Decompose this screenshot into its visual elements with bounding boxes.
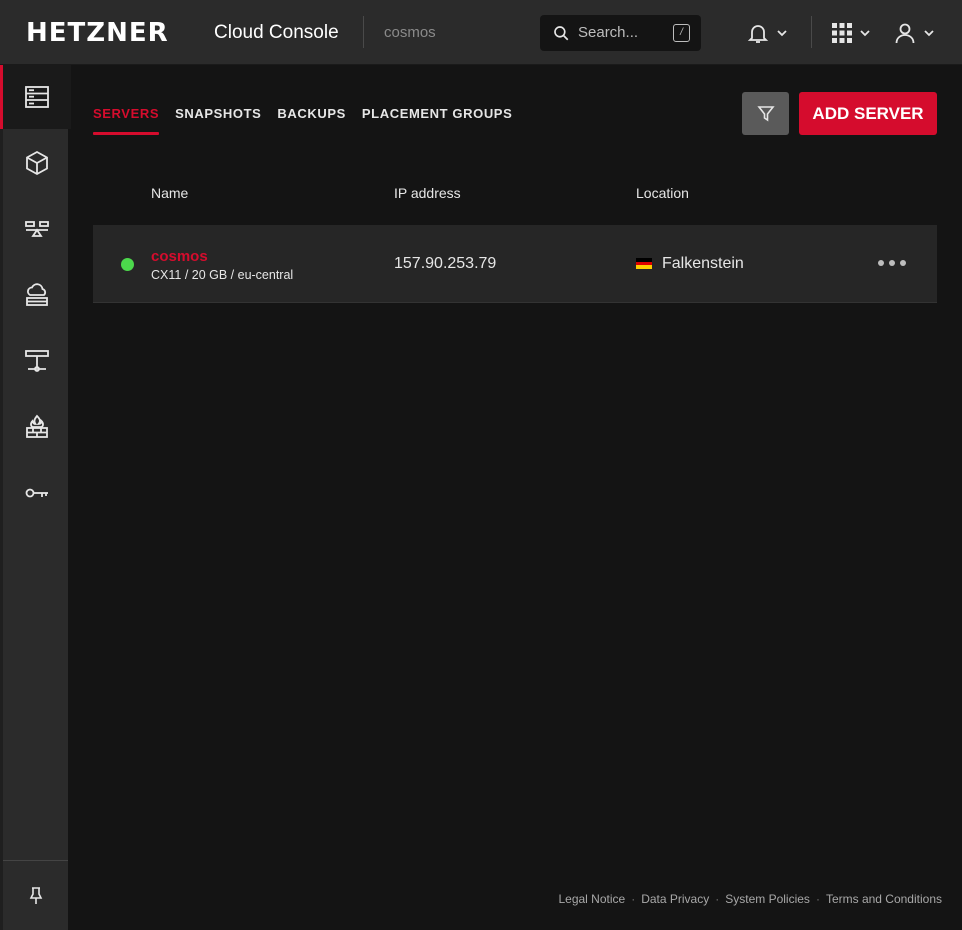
footer-link-terms[interactable]: Terms and Conditions — [826, 892, 942, 906]
column-header-ip[interactable]: IP address — [394, 185, 461, 201]
server-ip[interactable]: 157.90.253.79 — [394, 255, 496, 273]
app-title[interactable]: Cloud Console — [214, 22, 339, 44]
footer-link-legal-notice[interactable]: Legal Notice — [558, 892, 625, 906]
cloud-network-icon — [26, 283, 48, 306]
footer-separator: · — [631, 892, 636, 906]
server-name-link[interactable]: cosmos — [151, 248, 208, 265]
grid-apps-icon — [832, 23, 852, 43]
project-name[interactable]: cosmos — [384, 24, 436, 42]
user-icon — [895, 23, 915, 44]
germany-flag-icon — [636, 258, 652, 269]
sidebar-pin-button[interactable] — [3, 860, 68, 930]
column-header-location[interactable]: Location — [636, 185, 689, 201]
sidebar — [0, 65, 71, 930]
sidebar-item-volumes[interactable] — [3, 131, 71, 195]
tab-servers[interactable]: SERVERS — [93, 106, 160, 135]
search-placeholder: Search... — [578, 24, 639, 41]
apps-menu-button[interactable] — [831, 18, 871, 48]
sidebar-item-servers[interactable] — [0, 65, 71, 129]
search-shortcut-key: / — [673, 24, 690, 42]
footer-separator: · — [815, 892, 820, 906]
footer-link-data-privacy[interactable]: Data Privacy — [641, 892, 709, 906]
filter-icon — [756, 105, 775, 121]
tab-backups[interactable]: BACKUPS — [277, 106, 345, 135]
cube-icon — [26, 150, 48, 176]
column-header-name[interactable]: Name — [151, 185, 188, 201]
sidebar-item-firewalls[interactable] — [3, 395, 71, 459]
pin-icon — [29, 886, 42, 904]
bell-icon — [747, 25, 769, 43]
footer: Legal Notice · Data Privacy · System Pol… — [558, 892, 942, 906]
search-icon — [554, 26, 569, 41]
add-server-button[interactable]: ADD SERVER — [799, 92, 937, 135]
user-menu-button[interactable] — [893, 18, 935, 48]
hetzner-logo[interactable]: HETZNER — [26, 20, 169, 46]
firewall-icon — [26, 414, 48, 438]
tab-placement-groups[interactable]: PLACEMENT GROUPS — [362, 106, 512, 135]
server-spec: CX11 / 20 GB / eu-central — [151, 268, 294, 282]
chevron-down-icon — [860, 30, 870, 37]
network-icon — [25, 350, 49, 372]
divider — [811, 16, 812, 48]
footer-separator: · — [715, 892, 720, 906]
tab-snapshots[interactable]: SNAPSHOTS — [175, 106, 261, 135]
load-balancer-icon — [25, 221, 49, 237]
sidebar-item-security[interactable] — [3, 461, 71, 525]
notifications-button[interactable] — [746, 18, 788, 48]
search-input[interactable]: Search... / — [540, 15, 701, 51]
divider — [363, 16, 364, 48]
server-icon — [25, 86, 49, 108]
top-bar: HETZNER Cloud Console cosmos Search... / — [0, 0, 962, 65]
chevron-down-icon — [777, 30, 787, 37]
sidebar-item-load-balancers[interactable] — [3, 197, 71, 261]
footer-link-system-policies[interactable]: System Policies — [725, 892, 810, 906]
key-icon — [25, 488, 48, 498]
chevron-down-icon — [924, 30, 934, 37]
sidebar-item-floating-ips[interactable] — [3, 263, 71, 327]
server-location: Falkenstein — [662, 255, 744, 272]
filter-button[interactable] — [742, 92, 789, 135]
status-running-indicator — [121, 258, 134, 271]
more-options-icon[interactable] — [878, 260, 906, 266]
table-row[interactable]: cosmos CX11 / 20 GB / eu-central 157.90.… — [93, 225, 937, 303]
sidebar-item-networks[interactable] — [3, 329, 71, 393]
server-tabs: SERVERS SNAPSHOTS BACKUPS PLACEMENT GROU… — [93, 106, 512, 135]
